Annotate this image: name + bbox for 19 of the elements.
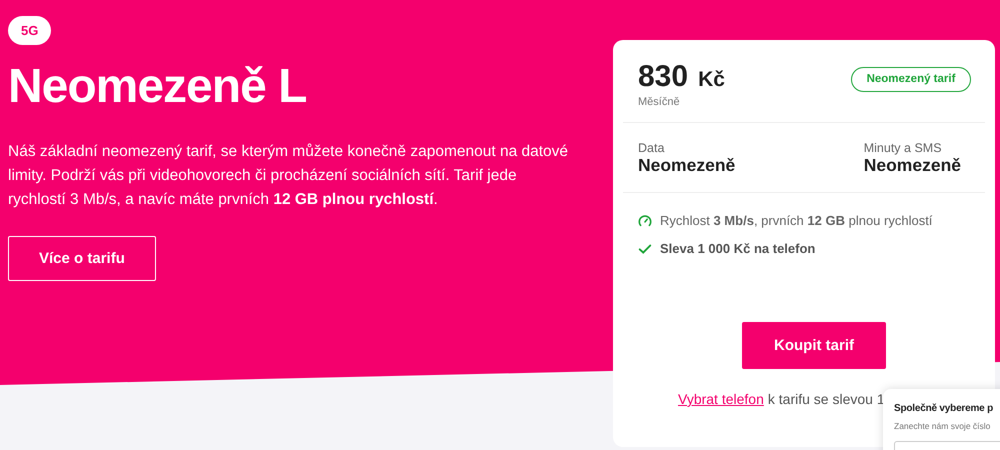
more-info-button[interactable]: Více o tarifu <box>8 236 156 281</box>
period-label: Měsíčně <box>638 96 681 108</box>
choose-phone-link[interactable]: Vybrat telefon <box>678 391 764 407</box>
check-icon <box>638 242 652 256</box>
spec-label: Minuty a SMS <box>864 141 943 155</box>
buy-tariff-button[interactable]: Koupit tarif <box>742 322 886 369</box>
tariff-title: Neomezeně L <box>8 61 308 114</box>
feature-text: Sleva 1 000 Kč na telefon <box>660 241 816 256</box>
popup-title: Společně vybereme p <box>894 403 994 414</box>
spec-value: Neomezeně <box>638 155 736 176</box>
popup-subtitle: Zanechte nám svoje číslo <box>894 421 992 431</box>
currency: Kč <box>698 68 725 92</box>
spec-label: Data <box>638 141 666 155</box>
price: 830 <box>638 60 688 94</box>
spec-value: Neomezeně <box>864 155 961 176</box>
tariff-tag: Neomezený tarif <box>851 67 971 92</box>
tariff-description: Náš základní neomezený tarif, se kterým můžete konečně zapomenout na datové limity. Podrží vás při videohovorech či procházení sociálních sítí. Tarif jede rychlostí 3 Mb/s, a navíc máte prvních 12 GB plnou rychlostí. <box>8 142 570 210</box>
speedometer-icon <box>638 214 652 228</box>
feature-text: Rychlost 3 Mb/s, prvních 12 GB plnou rychlostí <box>660 213 932 228</box>
